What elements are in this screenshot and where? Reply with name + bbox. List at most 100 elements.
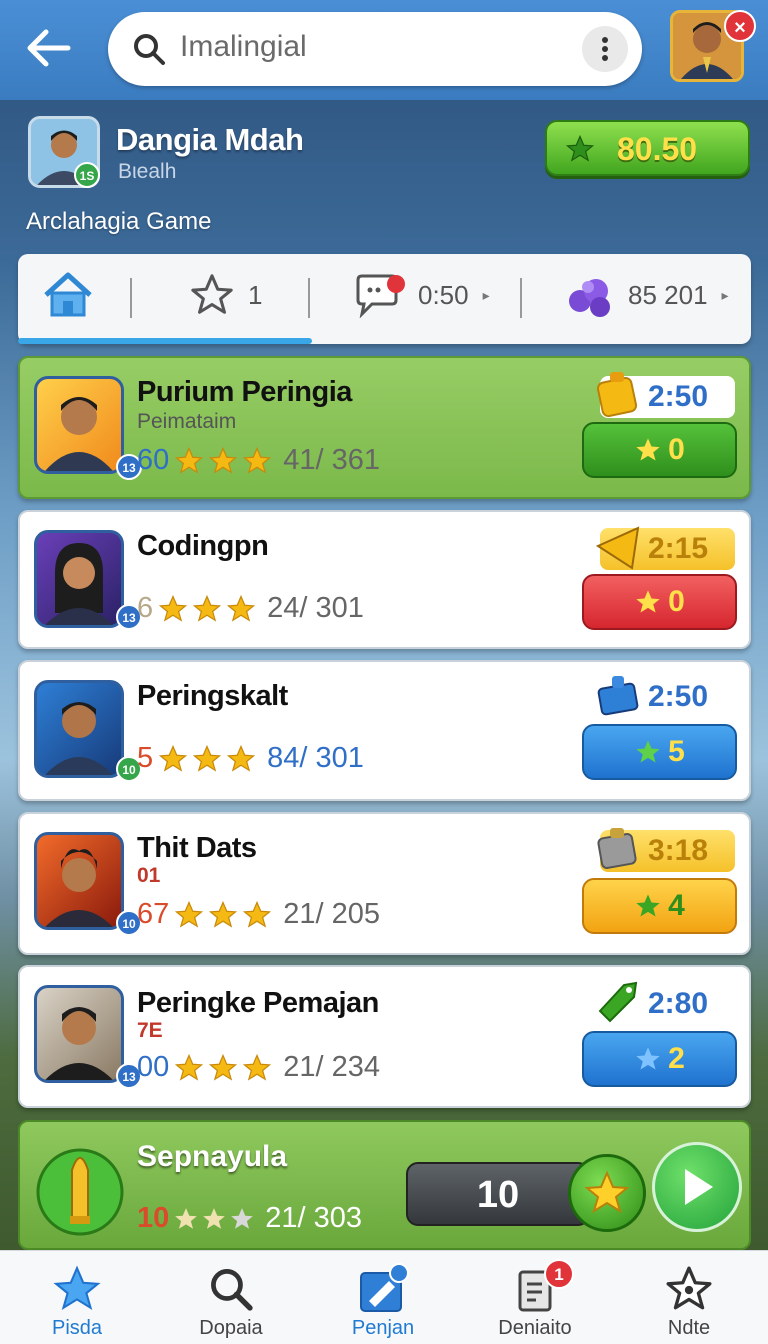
bullet-icon <box>36 1148 124 1236</box>
nav-item-pisda[interactable]: Pisda <box>12 1261 142 1343</box>
nav-item-deniaito[interactable]: 1 Deniaito <box>470 1259 600 1343</box>
tab-gems[interactable]: 85 201 ▸ <box>564 270 729 320</box>
tag-icon <box>598 981 638 1023</box>
star-icon <box>636 438 660 461</box>
player-stats: 67 21/ 205 <box>137 898 380 931</box>
tab-favorites[interactable]: 1 <box>188 270 262 320</box>
level-badge: 1S <box>74 162 100 188</box>
star-icon <box>565 134 595 162</box>
nav-label: Pisda <box>51 1317 103 1339</box>
player-stats: 00 21/ 234 <box>137 1051 380 1084</box>
rating-stars <box>173 1053 273 1083</box>
stat-prefix: 6 <box>137 592 154 624</box>
play-action-button[interactable]: 0 <box>582 422 737 478</box>
action-value: 5 <box>668 735 685 768</box>
caret-icon: ▸ <box>721 286 729 303</box>
player-card[interactable]: 13 Peringke Pemajan 7E 00 21/ 234 2:80 2 <box>18 965 751 1108</box>
edit-icon <box>360 1263 409 1312</box>
star-icon <box>159 744 188 772</box>
nav-label: Ndte <box>667 1317 711 1339</box>
star-reward-button[interactable] <box>568 1154 646 1232</box>
play-button[interactable] <box>652 1142 742 1232</box>
star-icon <box>175 1053 204 1081</box>
counter-display: 10 <box>406 1162 590 1226</box>
star-icon <box>193 744 222 772</box>
timer: 2:80 <box>598 981 735 1025</box>
caret-icon: ▸ <box>482 286 490 303</box>
stat-prefix: 60 <box>137 444 170 476</box>
clock-icon <box>596 372 638 418</box>
player-name: Peringskalt <box>137 680 288 712</box>
player-avatar <box>34 680 124 778</box>
tab-home[interactable] <box>42 270 94 320</box>
stat-prefix: 00 <box>137 1051 170 1083</box>
timer-value: 3:18 <box>648 834 709 867</box>
bullet-badge <box>34 1136 130 1236</box>
nav-item-ndte[interactable]: Ndte <box>624 1261 754 1343</box>
gift-icon <box>597 676 639 716</box>
tab-label: 85 201 <box>628 279 708 310</box>
search-bar[interactable]: Imalingial <box>108 12 642 86</box>
more-options-button[interactable] <box>582 26 628 72</box>
star-icon <box>175 446 204 474</box>
player-card[interactable]: 10 Peringskalt 5 84/ 301 2:50 5 <box>18 660 751 801</box>
close-icon[interactable]: × <box>724 10 756 42</box>
player-stats: 5 84/ 301 <box>137 742 364 775</box>
promo-card[interactable]: Sepnayula 10 21/ 303 10 <box>18 1120 751 1250</box>
nav-item-dopaia[interactable]: Dopaia <box>166 1261 296 1343</box>
timer-value: 2:50 <box>648 680 709 713</box>
back-arrow-icon <box>27 29 71 67</box>
play-action-button[interactable]: 2 <box>582 1031 737 1087</box>
rating-stars <box>157 744 257 774</box>
person-avatar-icon <box>45 397 113 471</box>
person-avatar-icon <box>45 543 113 625</box>
play-action-button[interactable]: 4 <box>582 878 737 934</box>
nav-label: Deniaito <box>498 1317 572 1339</box>
person-avatar-icon <box>45 1007 113 1080</box>
stat-count: 21/ 303 <box>265 1202 363 1234</box>
star-icon <box>159 594 188 622</box>
tab-divider <box>130 278 132 318</box>
play-action-button[interactable]: 0 <box>582 574 737 630</box>
star-icon <box>209 1053 238 1081</box>
person-avatar-icon <box>45 849 113 927</box>
star-icon <box>191 274 233 314</box>
play-action-button[interactable]: 5 <box>582 724 737 780</box>
nav-label: Penjan <box>351 1317 415 1339</box>
player-name: Purium Peringia <box>137 376 352 408</box>
search-input[interactable]: Imalingial <box>180 30 307 64</box>
player-card[interactable]: 10 Thit Dats 01 67 21/ 205 3:18 4 <box>18 812 751 955</box>
coins-button[interactable]: 80.50 <box>545 120 750 176</box>
promo-name: Sepnayula <box>137 1140 288 1173</box>
star-icon <box>243 900 272 928</box>
player-subtitle: 7E <box>137 1019 163 1042</box>
coins-value: 80.50 <box>617 131 698 167</box>
player-card[interactable]: 13 Codingpn 6 24/ 301 2:15 0 <box>18 510 751 649</box>
star-icon <box>636 590 660 613</box>
stat-count: 24/ 301 <box>267 592 364 624</box>
tab-indicator <box>18 338 312 344</box>
star-icon <box>243 446 272 474</box>
timer: 2:15 <box>595 526 735 570</box>
person-avatar-icon <box>45 702 113 775</box>
game-title: Arclahagia Game <box>26 208 212 235</box>
player-name: Peringke Pemajan <box>137 987 379 1019</box>
tab-strip: 1 0:50 ▸ 85 201 ▸ <box>18 254 751 344</box>
star-icon <box>243 1053 272 1081</box>
player-avatar <box>34 530 124 628</box>
search-icon <box>134 34 165 65</box>
stat-prefix: 10 <box>137 1202 170 1234</box>
star-icon <box>636 894 660 917</box>
tab-chat[interactable]: 0:50 ▸ <box>354 270 490 320</box>
star-icon <box>175 1207 198 1229</box>
rating-stars <box>173 446 273 476</box>
star-icon <box>584 1170 630 1214</box>
star-icon <box>209 900 238 928</box>
star-icon <box>193 594 222 622</box>
nav-item-penjan[interactable]: Penjan <box>318 1261 448 1343</box>
star-icon <box>231 1207 254 1229</box>
back-button[interactable] <box>18 22 78 74</box>
notification-badge: 1 <box>544 1259 574 1289</box>
player-card[interactable]: 13 Purium Peringia Peimataim 60 41/ 361 … <box>18 356 751 499</box>
stat-count: 21/ 205 <box>283 898 381 930</box>
